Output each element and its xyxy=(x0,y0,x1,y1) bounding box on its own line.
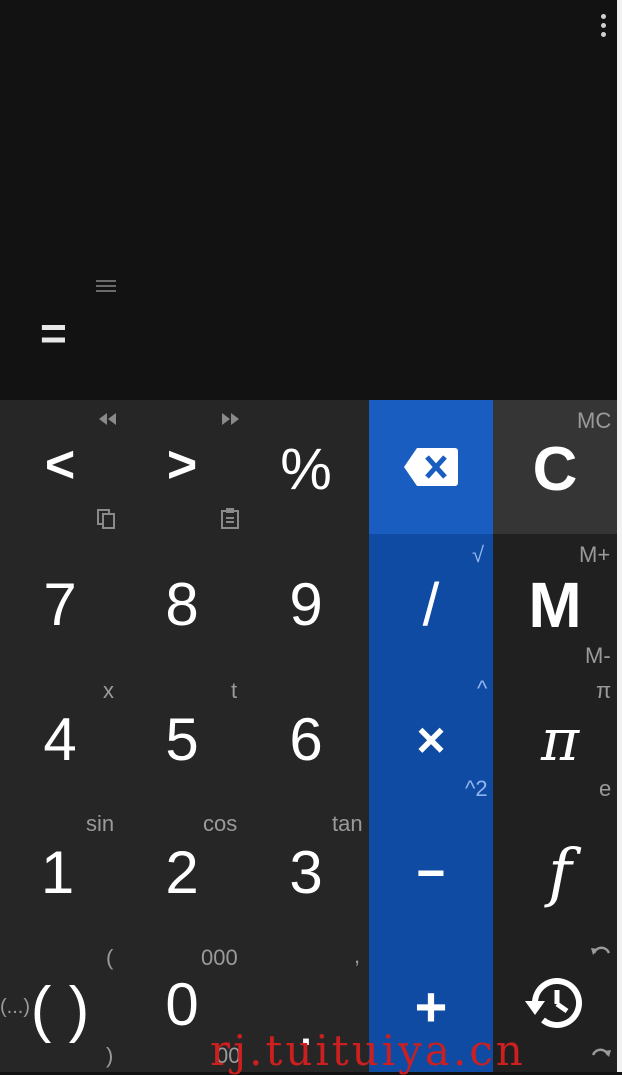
digit-4-button[interactable]: 4 xyxy=(0,695,120,785)
memory-subtract-hint: M- xyxy=(585,643,611,668)
divide-button[interactable]: / xyxy=(369,560,493,650)
window-edge xyxy=(617,0,622,1072)
euler-hint: e xyxy=(599,776,612,801)
percent-button[interactable]: % xyxy=(246,425,366,515)
digit-7-button[interactable]: 7 xyxy=(0,560,120,650)
display-area: = xyxy=(0,0,622,400)
digit-9-button[interactable]: 9 xyxy=(246,560,366,650)
drag-handle-icon[interactable] xyxy=(96,280,116,294)
undo-icon[interactable] xyxy=(590,943,612,959)
copy-icon[interactable] xyxy=(96,508,116,530)
parentheses-button[interactable]: ( ) xyxy=(20,965,100,1055)
square-hint: ^2 xyxy=(465,776,488,801)
clear-button[interactable]: C xyxy=(493,425,617,515)
open-paren-hint: ( xyxy=(106,945,114,970)
digit-3-button[interactable]: 3 xyxy=(246,828,366,918)
digit-2-button[interactable]: 2 xyxy=(122,828,242,918)
digit-6-button[interactable]: 6 xyxy=(246,695,366,785)
watermark-text: rj.tuituiya.cn xyxy=(210,1026,526,1075)
result-equals: = xyxy=(40,307,67,359)
overflow-menu-icon[interactable] xyxy=(592,10,614,40)
memory-button[interactable]: M xyxy=(493,560,617,650)
close-paren-hint: ) xyxy=(106,1043,114,1068)
backspace-icon[interactable] xyxy=(403,446,459,488)
history-icon[interactable] xyxy=(523,973,587,1033)
function-button[interactable]: f xyxy=(493,828,622,918)
minus-button[interactable]: − xyxy=(369,828,493,918)
pi-button[interactable]: π xyxy=(493,695,622,785)
digit-5-button[interactable]: 5 xyxy=(122,695,242,785)
redo-icon[interactable] xyxy=(590,1045,612,1061)
cursor-right-button[interactable]: > xyxy=(122,420,242,510)
comma-hint: , xyxy=(354,943,361,968)
cursor-left-button[interactable]: < xyxy=(0,420,120,510)
digit-1-button[interactable]: 1 xyxy=(0,828,115,918)
paste-icon[interactable] xyxy=(220,507,240,529)
digit-8-button[interactable]: 8 xyxy=(122,560,242,650)
multiply-button[interactable]: × xyxy=(369,695,493,785)
